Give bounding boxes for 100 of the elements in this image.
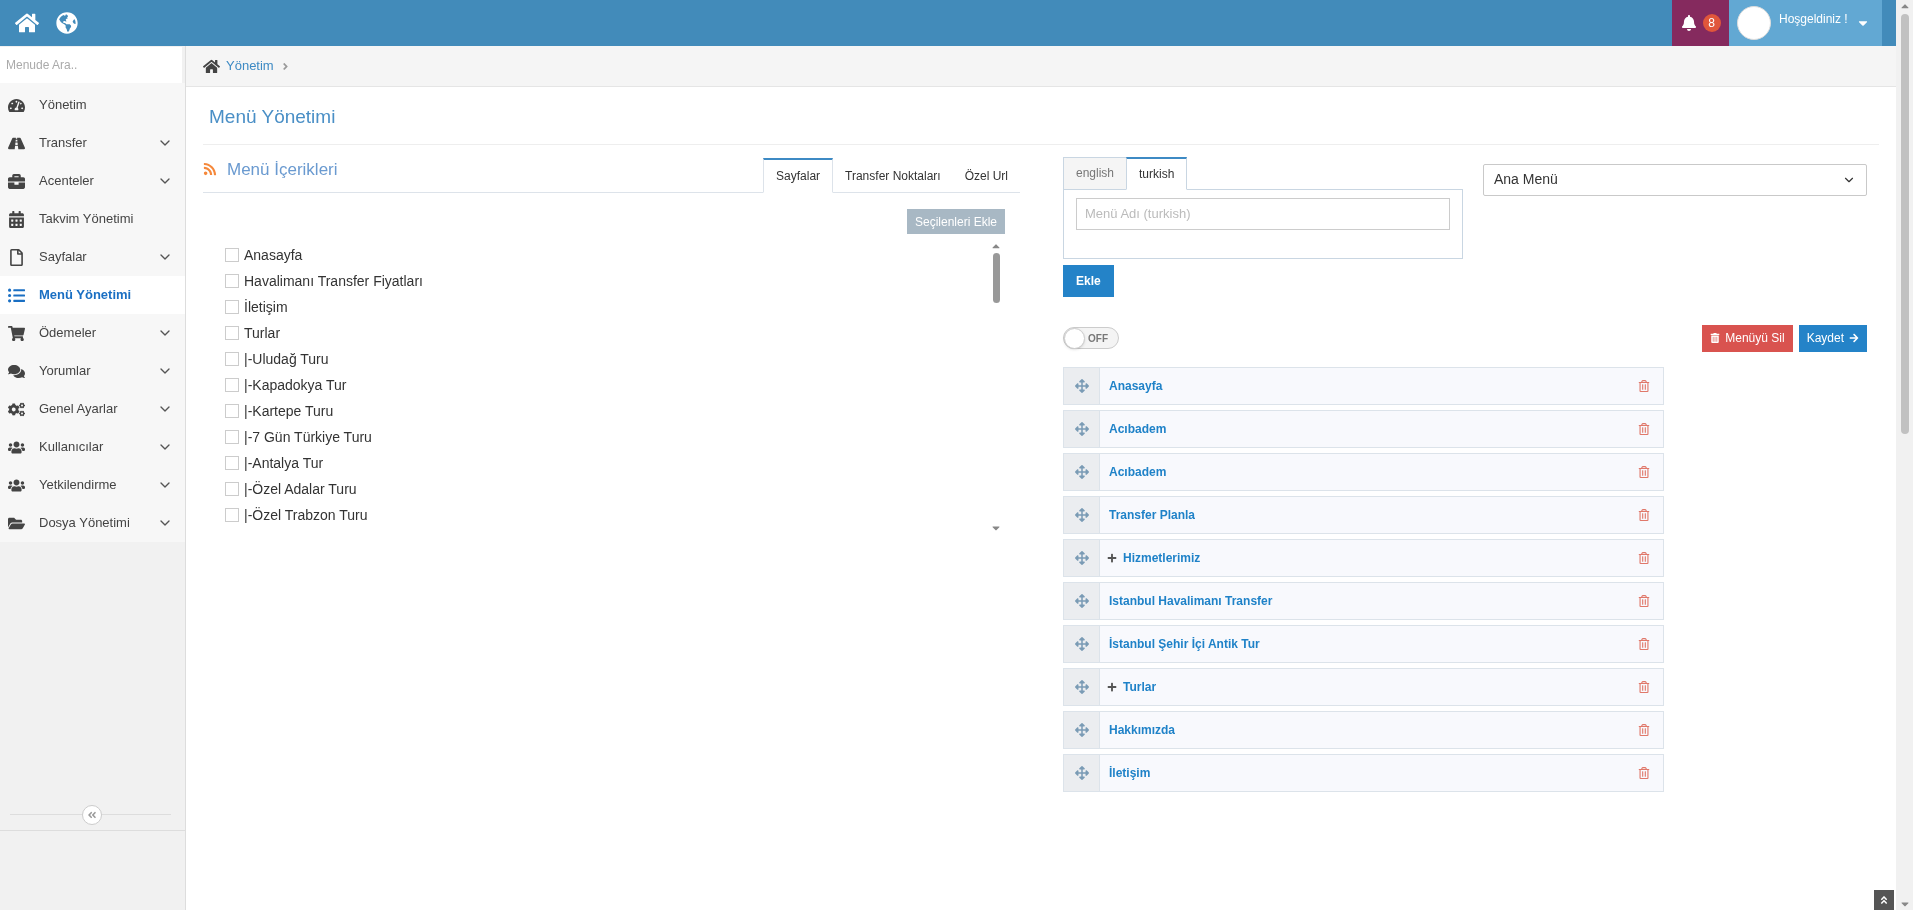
menu-item-link[interactable]: Turlar xyxy=(1123,677,1638,696)
checkbox[interactable] xyxy=(225,300,239,314)
page-option[interactable]: |-Özel Adalar Turu xyxy=(225,476,357,502)
page-option[interactable]: Anasayfa xyxy=(225,242,303,268)
page-option[interactable]: İletişim xyxy=(225,294,288,320)
menu-item-link[interactable]: Istanbul Havalimanı Transfer xyxy=(1109,591,1638,610)
sidebar-item[interactable]: Genel Ayarlar xyxy=(0,390,185,428)
trash-icon[interactable] xyxy=(1638,422,1650,435)
language-tab[interactable]: english xyxy=(1063,156,1128,190)
checkbox[interactable] xyxy=(225,352,239,366)
menu-item-link[interactable]: İletişim xyxy=(1109,763,1638,782)
page-option[interactable]: Turlar xyxy=(225,320,281,346)
breadcrumb-link[interactable]: Yönetim xyxy=(226,56,274,76)
trash-icon[interactable] xyxy=(1638,551,1650,564)
drag-handle[interactable] xyxy=(1064,582,1100,619)
menu-item-link[interactable]: Transfer Planla xyxy=(1109,505,1638,524)
trash-icon[interactable] xyxy=(1638,766,1650,779)
menu-item[interactable]: Turlar xyxy=(1063,667,1664,706)
sidebar-item[interactable]: Transfer xyxy=(0,124,185,162)
sidebar-item[interactable]: Ödemeler xyxy=(0,314,185,352)
drag-handle[interactable] xyxy=(1064,496,1100,533)
menu-item[interactable]: Hakkımızda xyxy=(1063,710,1664,749)
menu-item-link[interactable]: Hizmetlerimiz xyxy=(1123,548,1638,567)
globe-icon[interactable] xyxy=(56,12,78,34)
page-option[interactable]: Havalimanı Transfer Fiyatları xyxy=(225,268,423,294)
menu-search-field[interactable]: Menude Ara.. xyxy=(0,47,182,83)
page-title: Menü Yönetimi xyxy=(209,105,337,129)
menu-item-link[interactable]: İstanbul Şehir İçi Antik Tur xyxy=(1109,634,1638,653)
sidebar-item[interactable]: Menü Yönetimi xyxy=(0,276,185,314)
drag-handle[interactable] xyxy=(1064,668,1100,705)
page-scrollbar[interactable] xyxy=(1896,0,1913,910)
toggle-switch[interactable]: OFF xyxy=(1063,327,1119,349)
menu-name-field[interactable]: Menü Adı (turkish) xyxy=(1076,197,1450,230)
drag-handle[interactable] xyxy=(1064,367,1100,404)
page-option[interactable]: |-Kartepe Turu xyxy=(225,398,334,424)
menu-item-link[interactable]: Acıbadem xyxy=(1109,462,1638,481)
menu-item[interactable]: İletişim xyxy=(1063,753,1664,792)
sidebar-item[interactable]: Yönetim xyxy=(0,86,185,124)
checkbox[interactable] xyxy=(225,248,239,262)
sidebar-item[interactable]: Sayfalar xyxy=(0,238,185,276)
double-chevron-up-icon xyxy=(1879,895,1889,905)
menu-select[interactable]: Ana Menü xyxy=(1483,163,1867,196)
sidebar-item[interactable]: Acenteler xyxy=(0,162,185,200)
scrollbar-thumb[interactable] xyxy=(992,253,1000,303)
menu-item-link[interactable]: Hakkımızda xyxy=(1109,720,1638,739)
user-menu[interactable]: Hoşgeldiniz ! xyxy=(1729,0,1882,46)
checkbox[interactable] xyxy=(225,456,239,470)
drag-handle[interactable] xyxy=(1064,754,1100,791)
menu-item[interactable]: Transfer Planla xyxy=(1063,495,1664,534)
checkbox[interactable] xyxy=(225,508,239,522)
page-option[interactable]: |-Antalya Tur xyxy=(225,450,324,476)
menu-item-link[interactable]: Acıbadem xyxy=(1109,419,1638,438)
trash-icon[interactable] xyxy=(1638,379,1650,392)
checkbox[interactable] xyxy=(225,482,239,496)
checkbox[interactable] xyxy=(225,326,239,340)
sidebar-item[interactable]: Kullanıcılar xyxy=(0,428,185,466)
menu-item[interactable]: Istanbul Havalimanı Transfer xyxy=(1063,581,1664,620)
sidebar-label: Takvim Yönetimi xyxy=(39,210,135,229)
menu-item[interactable]: Anasayfa xyxy=(1063,366,1664,405)
menu-item-link[interactable]: Anasayfa xyxy=(1109,376,1638,395)
menu-item[interactable]: Acıbadem xyxy=(1063,452,1664,491)
page-option[interactable]: |-7 Gün Türkiye Turu xyxy=(225,424,372,450)
page-option[interactable]: |-Uludağ Turu xyxy=(225,346,329,372)
trash-icon[interactable] xyxy=(1638,637,1650,650)
page-option[interactable]: |-Kapadokya Tur xyxy=(225,372,347,398)
trash-icon[interactable] xyxy=(1638,465,1650,478)
sidebar-label: Transfer xyxy=(39,134,88,153)
drag-handle[interactable] xyxy=(1064,625,1100,662)
delete-menu-button[interactable]: Menüyü Sil xyxy=(1702,324,1793,352)
checkbox[interactable] xyxy=(225,274,239,288)
checkbox[interactable] xyxy=(225,404,239,418)
menu-item[interactable]: Acıbadem xyxy=(1063,409,1664,448)
checkbox[interactable] xyxy=(225,430,239,444)
sidebar-item[interactable]: Dosya Yönetimi xyxy=(0,504,185,542)
sidebar-item[interactable]: Takvim Yönetimi xyxy=(0,200,185,238)
tab[interactable]: Özel Url xyxy=(952,158,1020,193)
sidebar-item[interactable]: Yorumlar xyxy=(0,352,185,390)
trash-icon[interactable] xyxy=(1638,508,1650,521)
language-tab[interactable]: turkish xyxy=(1126,156,1188,190)
trash-icon[interactable] xyxy=(1638,594,1650,607)
trash-icon[interactable] xyxy=(1638,680,1650,693)
scroll-top-button[interactable] xyxy=(1874,890,1894,910)
save-button[interactable]: Kaydet xyxy=(1798,324,1867,352)
drag-handle[interactable] xyxy=(1064,711,1100,748)
tab[interactable]: Transfer Noktaları xyxy=(833,158,953,193)
collapse-sidebar-button[interactable] xyxy=(82,805,102,825)
sidebar-item[interactable]: Yetkilendirme xyxy=(0,466,185,504)
menu-item[interactable]: Hizmetlerimiz xyxy=(1063,538,1664,577)
trash-icon[interactable] xyxy=(1638,723,1650,736)
menu-item[interactable]: İstanbul Şehir İçi Antik Tur xyxy=(1063,624,1664,663)
add-button[interactable]: Ekle xyxy=(1063,264,1114,297)
tab[interactable]: Sayfalar xyxy=(763,158,834,193)
checkbox[interactable] xyxy=(225,378,239,392)
drag-handle[interactable] xyxy=(1064,453,1100,490)
scrollbar-thumb[interactable] xyxy=(1900,14,1909,434)
drag-handle[interactable] xyxy=(1064,539,1100,576)
home-icon[interactable] xyxy=(15,11,39,35)
page-option[interactable]: |-Özel Trabzon Turu xyxy=(225,502,368,528)
drag-handle[interactable] xyxy=(1064,410,1100,447)
notifications-button[interactable]: 8 xyxy=(1672,0,1729,46)
